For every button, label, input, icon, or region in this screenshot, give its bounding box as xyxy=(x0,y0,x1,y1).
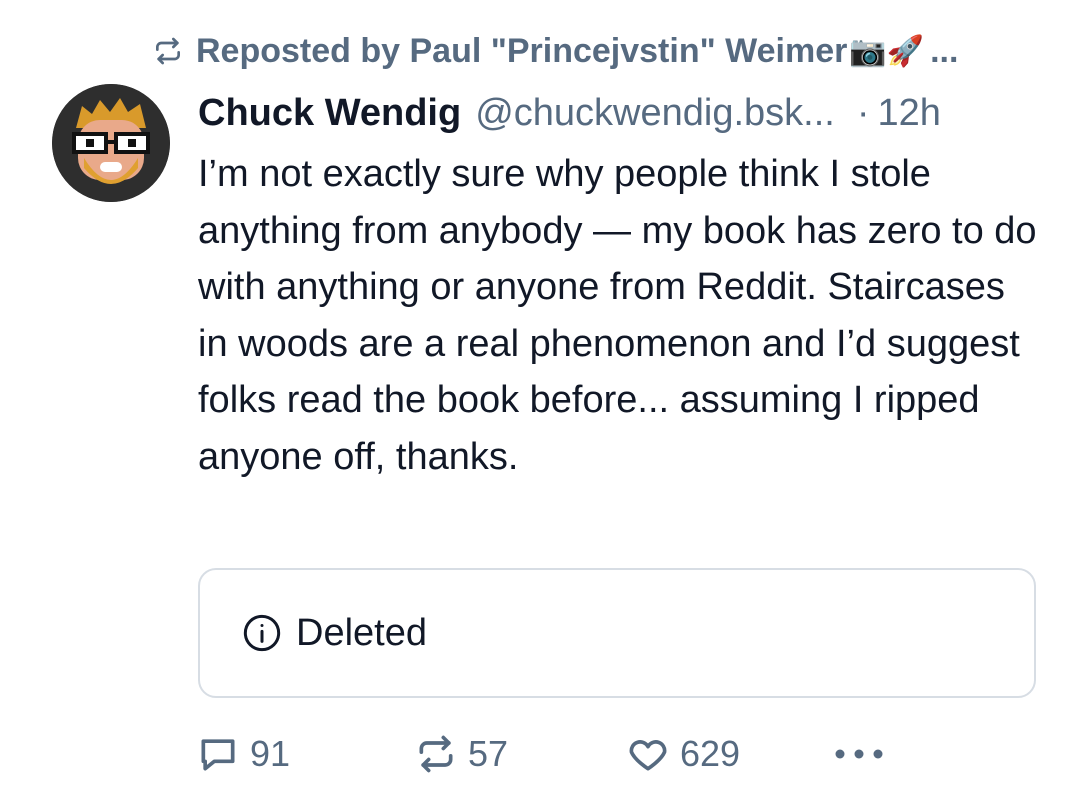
post-header: Chuck Wendig @chuckwendig.bsk... · 12h xyxy=(198,88,941,138)
repost-button[interactable]: 57 xyxy=(414,728,508,780)
reposted-by-label: Reposted by Paul "Princejvstin" Weimer xyxy=(196,31,848,70)
reply-icon xyxy=(196,732,240,776)
post-text: I’m not exactly sure why people think I … xyxy=(198,153,1037,478)
repost-icon xyxy=(152,34,186,68)
embed-label: Deleted xyxy=(296,611,427,654)
post-card[interactable]: Reposted by Paul "Princejvstin" Weimer 📷… xyxy=(0,0,1080,798)
info-icon xyxy=(242,613,282,653)
like-count: 629 xyxy=(680,733,741,774)
like-icon xyxy=(626,732,670,776)
post-actions: 91 57 629 xyxy=(196,728,1056,780)
avatar[interactable] xyxy=(52,84,170,202)
post-timestamp[interactable]: 12h xyxy=(878,92,941,135)
repost-count: 57 xyxy=(468,733,509,774)
reposted-by[interactable]: Reposted by Paul "Princejvstin" Weimer 📷… xyxy=(152,28,958,74)
deleted-embed: Deleted xyxy=(198,568,1036,698)
more-options-button[interactable] xyxy=(832,728,896,780)
repost-icon xyxy=(414,732,458,776)
reply-button[interactable]: 91 xyxy=(196,728,290,780)
separator-dot: · xyxy=(856,91,870,134)
author-handle[interactable]: @chuckwendig.bsk... xyxy=(475,92,835,135)
author-name[interactable]: Chuck Wendig xyxy=(198,92,461,135)
like-button[interactable]: 629 xyxy=(626,728,740,780)
reply-count: 91 xyxy=(250,733,291,774)
reposter-emoji: 📷🚀 xyxy=(849,34,925,68)
reposted-by-ellipsis: ... xyxy=(930,31,959,70)
more-icon xyxy=(832,744,886,764)
